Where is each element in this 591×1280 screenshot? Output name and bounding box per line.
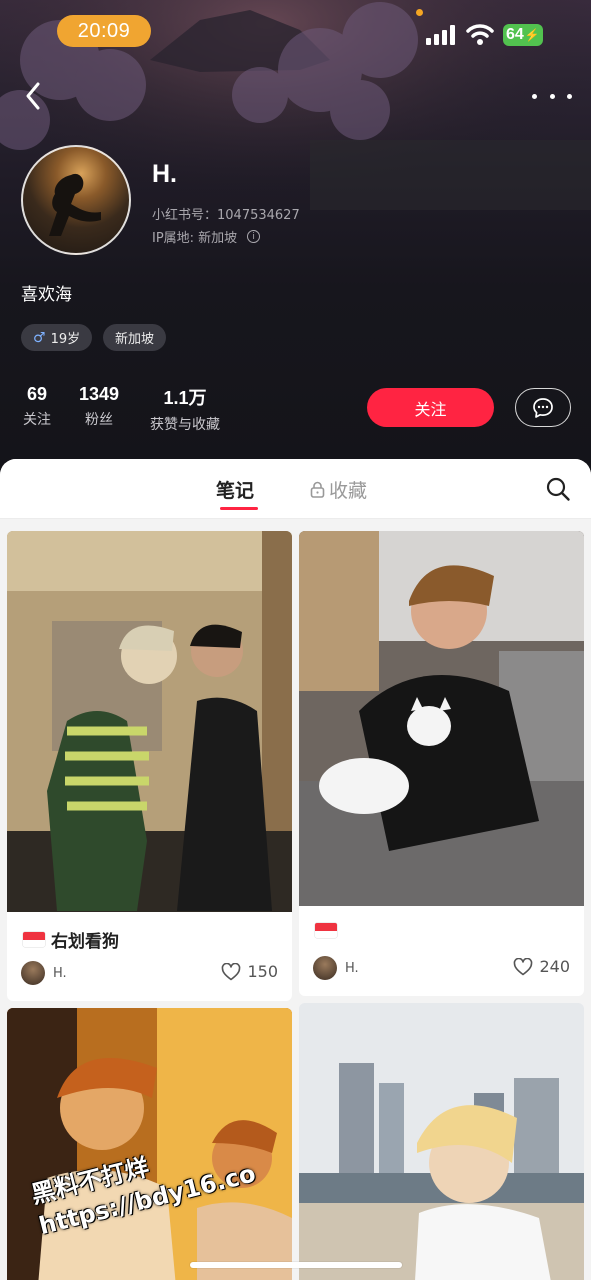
tab-collections[interactable]: 收藏 [310, 476, 367, 503]
singapore-flag-icon [315, 923, 337, 938]
active-tab-indicator [220, 507, 258, 510]
info-icon[interactable]: i [247, 230, 261, 243]
location-tag-label: 新加坡 [115, 332, 155, 347]
stat-likes-label: 获赞与收藏 [150, 417, 220, 433]
stat-fans-label: 粉丝 [85, 412, 113, 428]
ip-location: IP属地: 新加坡 i [152, 227, 261, 246]
message-button[interactable] [515, 388, 571, 427]
back-button[interactable] [18, 80, 48, 112]
stat-likes-value: 1.1万 [163, 388, 207, 408]
note-cover-image [299, 531, 584, 906]
note-card[interactable] [299, 1003, 584, 1280]
profile-name: H. [152, 160, 177, 188]
author-avatar [21, 961, 45, 985]
notes-panel: 笔记 收藏 右划看狗 H. 150 H. 240 [0, 459, 591, 1280]
note-author[interactable]: H. [21, 961, 67, 985]
note-author[interactable]: H. [313, 956, 359, 980]
author-avatar [313, 956, 337, 980]
follow-button[interactable]: 关注 [367, 388, 494, 427]
stat-following-label: 关注 [23, 412, 51, 428]
singapore-flag-icon [23, 932, 45, 947]
note-card[interactable]: H. 240 [299, 531, 584, 996]
like-count: 240 [539, 957, 570, 976]
age-tag-label: 19岁 [50, 332, 81, 347]
profile-tabs: 笔记 收藏 [0, 459, 591, 519]
like-button[interactable]: 240 [513, 957, 570, 976]
status-bar: 20:09 64 ⚡ [0, 0, 591, 64]
like-button[interactable]: 150 [221, 962, 278, 981]
ip-location-text: IP属地: 新加坡 [152, 231, 238, 246]
age-tag: ♂ 19岁 [21, 324, 93, 351]
more-dot-icon [549, 93, 555, 99]
author-name: H. [345, 960, 359, 976]
more-options-button[interactable] [532, 84, 572, 108]
status-time: 20:09 [57, 15, 151, 47]
cellular-signal-icon [426, 25, 455, 45]
note-title [315, 923, 343, 938]
profile-bio: 喜欢海 [21, 285, 72, 305]
profile-header: 20:09 64 ⚡ H. 小红书号：1047534627 IP属地: 新加坡 … [0, 0, 591, 480]
note-title-text: 右划看狗 [51, 932, 119, 952]
stat-following[interactable]: 69 关注 [21, 384, 53, 429]
red-id: 小红书号：1047534627 [152, 208, 300, 223]
heart-icon [514, 957, 533, 975]
note-card[interactable]: 右划看狗 H. 150 [7, 531, 292, 1001]
stat-following-value: 69 [26, 384, 48, 404]
male-icon: ♂ [33, 329, 46, 346]
note-cover-image [7, 531, 292, 912]
stat-likes[interactable]: 1.1万 获赞与收藏 [146, 384, 224, 434]
author-name: H. [53, 965, 67, 981]
stat-fans[interactable]: 1349 粉丝 [76, 384, 122, 429]
heart-icon [222, 962, 241, 980]
profile-avatar[interactable] [21, 145, 131, 255]
battery-indicator: 64 ⚡ [503, 24, 543, 46]
charging-icon: ⚡ [524, 28, 540, 42]
more-dot-icon [567, 93, 572, 99]
more-dot-icon [532, 93, 537, 99]
note-cover-image [299, 1003, 584, 1280]
home-indicator[interactable] [190, 1262, 402, 1268]
battery-level: 64 [506, 26, 524, 43]
tab-notes[interactable]: 笔记 [216, 476, 254, 503]
tab-collections-label: 收藏 [329, 480, 368, 502]
avatar-silhouette [49, 173, 101, 236]
stat-fans-value: 1349 [78, 384, 120, 404]
like-count: 150 [247, 962, 278, 981]
chevron-left-icon [26, 82, 40, 110]
location-tag: 新加坡 [103, 324, 167, 351]
chat-bubble-icon [533, 397, 553, 418]
lock-icon [310, 481, 325, 498]
wifi-icon [466, 24, 494, 45]
note-title: 右划看狗 [23, 927, 119, 952]
recording-dot-icon [416, 9, 423, 16]
search-icon[interactable] [545, 476, 571, 502]
